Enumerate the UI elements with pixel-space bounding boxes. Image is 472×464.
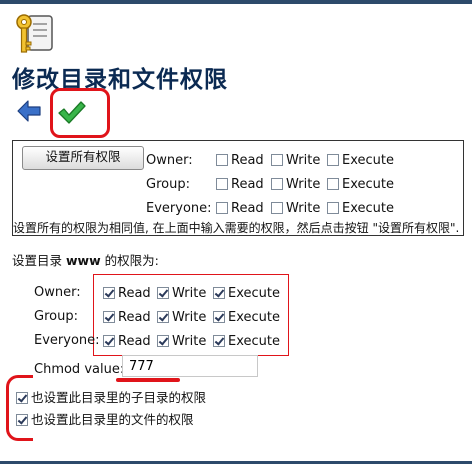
dir-group-read[interactable]: Read [103, 310, 151, 325]
top-border [0, 0, 472, 4]
checkbox[interactable] [213, 287, 225, 299]
dir-everyone-label: Everyone: [34, 333, 100, 348]
checkbox[interactable] [327, 154, 339, 166]
directory-name: www [66, 253, 101, 268]
dir-everyone-read[interactable]: Read [103, 334, 151, 349]
dir-owner-execute[interactable]: Execute [213, 286, 280, 301]
setall-everyone-execute[interactable]: Execute [327, 201, 394, 216]
dir-owner-label: Owner: [34, 285, 81, 300]
dir-group-execute[interactable]: Execute [213, 310, 280, 325]
setall-group-read[interactable]: Read [216, 177, 264, 192]
checkbox[interactable] [271, 178, 283, 190]
dir-group-label: Group: [34, 309, 78, 324]
setall-group-label: Group: [146, 177, 190, 192]
checkbox[interactable] [157, 335, 169, 347]
dir-everyone-write[interactable]: Write [157, 334, 206, 349]
dir-owner-read[interactable]: Read [103, 286, 151, 301]
subdirs-option[interactable]: 也设置此目录里的子目录的权限 [16, 387, 206, 406]
chmod-label: Chmod value: [34, 362, 125, 377]
set-all-note: 设置所有的权限为相同值, 在上面中输入需要的权限，然后点击按钮 "设置所有权限"… [13, 221, 460, 235]
back-arrow-icon[interactable] [16, 98, 42, 124]
setall-group-write[interactable]: Write [271, 177, 320, 192]
setall-owner-write[interactable]: Write [271, 153, 320, 168]
setall-owner-read[interactable]: Read [216, 153, 264, 168]
checkbox[interactable] [103, 335, 115, 347]
checkbox[interactable] [216, 154, 228, 166]
checkbox[interactable] [103, 287, 115, 299]
setall-everyone-label: Everyone: [146, 201, 212, 216]
checkbox[interactable] [216, 202, 228, 214]
setall-owner-label: Owner: [146, 153, 193, 168]
directory-permissions-label: 设置目录 www 的权限为: [12, 253, 159, 268]
checkbox[interactable] [271, 202, 283, 214]
chmod-input[interactable] [122, 355, 258, 377]
setall-owner-execute[interactable]: Execute [327, 153, 394, 168]
dir-group-write[interactable]: Write [157, 310, 206, 325]
checkbox[interactable] [216, 178, 228, 190]
permissions-file-icon [16, 14, 53, 53]
page-title: 修改目录和文件权限 [12, 67, 228, 93]
setall-everyone-read[interactable]: Read [216, 201, 264, 216]
checkbox[interactable] [213, 335, 225, 347]
chmod-underline-highlight [116, 378, 180, 382]
dir-everyone-execute[interactable]: Execute [213, 334, 280, 349]
checkbox[interactable] [157, 287, 169, 299]
setall-group-execute[interactable]: Execute [327, 177, 394, 192]
checkbox[interactable] [327, 202, 339, 214]
checkbox[interactable] [213, 311, 225, 323]
checkbox[interactable] [271, 154, 283, 166]
checkbox[interactable] [327, 178, 339, 190]
dir-owner-write[interactable]: Write [157, 286, 206, 301]
setall-everyone-write[interactable]: Write [271, 201, 320, 216]
checkbox[interactable] [103, 311, 115, 323]
files-option[interactable]: 也设置此目录里的文件的权限 [16, 409, 194, 428]
apply-highlight [50, 88, 110, 138]
options-highlight [6, 375, 33, 441]
set-all-button[interactable]: 设置所有权限 [22, 146, 144, 170]
checkbox[interactable] [157, 311, 169, 323]
